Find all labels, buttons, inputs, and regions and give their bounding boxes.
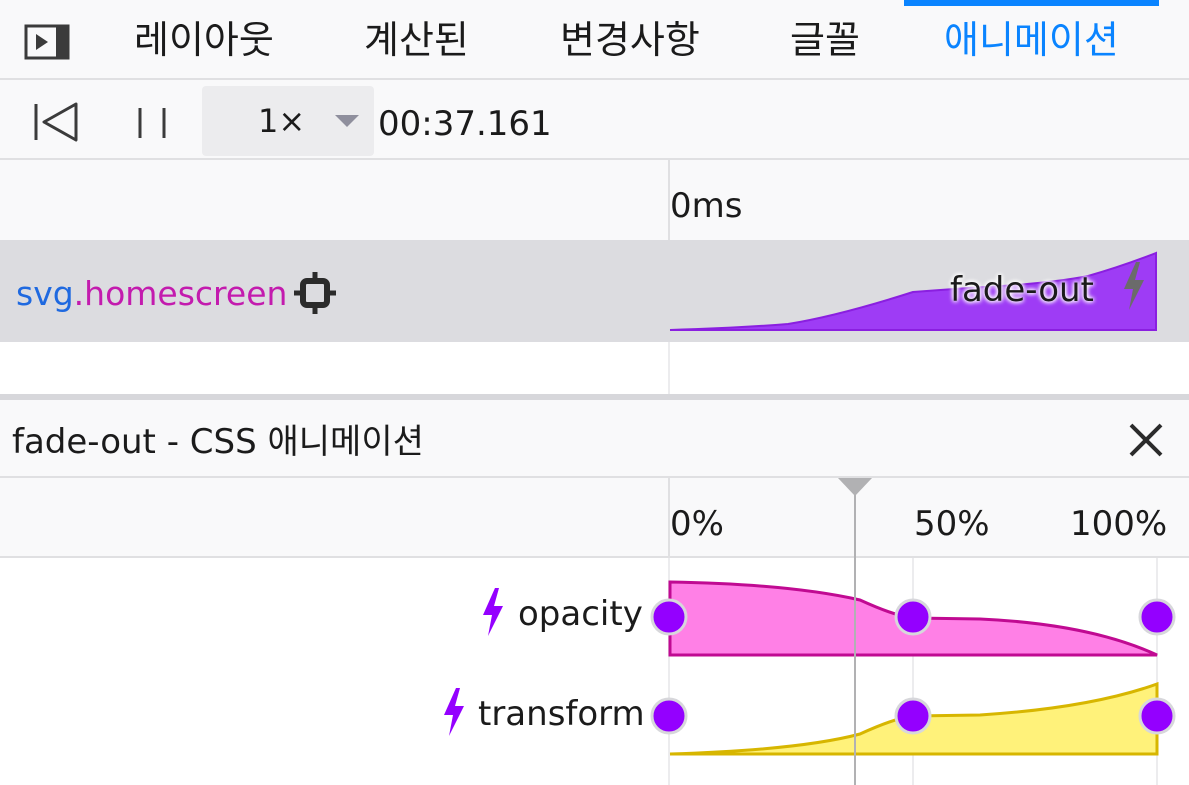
- timeline-tick-label: 0ms: [670, 186, 743, 226]
- animation-summary-graph[interactable]: [668, 240, 1189, 342]
- timeline-header: 0ms: [0, 160, 1189, 240]
- tab-bar: 레이아웃 계산된 변경사항 글꼴 애니메이션: [0, 0, 1189, 80]
- keyframe-marker: [1138, 598, 1176, 636]
- keyframe-graphs: [650, 558, 1176, 785]
- target-class: .homescreen: [73, 274, 288, 313]
- target-tag: svg: [16, 274, 74, 313]
- rewind-icon[interactable]: [32, 100, 80, 144]
- crosshair-icon[interactable]: [294, 272, 336, 314]
- close-icon[interactable]: [1128, 422, 1164, 458]
- progress-label-100: 100%: [1070, 504, 1168, 544]
- animation-toolbar: 1× 00:37.161: [0, 80, 1189, 160]
- keyframe-marker: [650, 697, 688, 735]
- lightning-icon: [1124, 262, 1144, 310]
- current-time: 00:37.161: [378, 104, 552, 144]
- animation-name: fade-out: [950, 270, 1094, 310]
- tab-fonts[interactable]: 글꼴: [790, 0, 860, 78]
- chevron-down-icon: [335, 115, 359, 127]
- progress-label-50: 50%: [914, 504, 990, 544]
- keyframes-progress-header: 0% 50% 100%: [0, 478, 1189, 558]
- tab-animations[interactable]: 애니메이션: [904, 0, 1159, 78]
- keyframe-marker: [650, 598, 688, 636]
- tab-changes[interactable]: 변경사항: [560, 0, 700, 78]
- property-name-transform: transform: [478, 694, 645, 734]
- keyframe-marker: [894, 598, 932, 636]
- scrubber-line[interactable]: [854, 478, 856, 785]
- property-name-opacity: opacity: [518, 594, 643, 634]
- lightning-icon: [483, 588, 503, 636]
- scrubber-handle[interactable]: [838, 478, 872, 496]
- tab-computed[interactable]: 계산된: [364, 0, 469, 78]
- lightning-icon: [444, 688, 464, 736]
- keyframe-marker: [1138, 697, 1176, 735]
- animation-row[interactable]: svg.homescreen fade-out: [0, 240, 1189, 342]
- progress-label-0: 0%: [670, 504, 724, 544]
- keyframe-marker: [894, 697, 932, 735]
- animated-properties-list: opacity transform: [0, 558, 1189, 785]
- timeline-divider: [668, 342, 670, 394]
- animation-detail-header: fade-out - CSS 애니메이션: [0, 400, 1189, 478]
- sidebar-toggle-icon[interactable]: [24, 24, 70, 60]
- playback-rate-value: 1×: [258, 102, 306, 140]
- animation-detail-title: fade-out - CSS 애니메이션: [12, 422, 424, 462]
- tab-layout[interactable]: 레이아웃: [134, 0, 274, 78]
- pause-icon[interactable]: [134, 104, 170, 142]
- animation-target[interactable]: svg.homescreen: [16, 240, 287, 348]
- timeline-empty-row: [0, 342, 1189, 394]
- playback-rate-select[interactable]: 1×: [202, 86, 374, 156]
